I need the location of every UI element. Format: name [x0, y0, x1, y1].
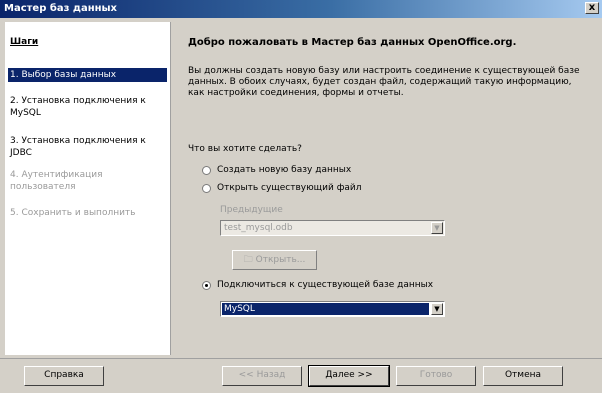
window-title: Мастер баз данных	[4, 3, 118, 14]
question-label: Что вы хотите сделать?	[188, 144, 302, 154]
radio-connect-existing[interactable]	[202, 280, 211, 290]
previous-files-value: test_mysql.odb	[224, 223, 293, 233]
radio-open-existing[interactable]	[202, 183, 211, 193]
chevron-down-icon: ▼	[431, 222, 443, 234]
folder-icon: 🗀	[243, 255, 253, 265]
main-panel: Добро пожаловать в Мастер баз данных Ope…	[176, 22, 596, 355]
option-connect-existing-label: Подключиться к существующей базе данных	[217, 280, 434, 290]
step-setup-jdbc[interactable]: 3. Установка подключения к JDBC	[8, 134, 167, 160]
finish-button: Готово	[396, 366, 476, 386]
next-button[interactable]: Далее >>	[308, 365, 390, 387]
close-button[interactable]: x	[585, 2, 599, 14]
option-create-new-label: Создать новую базу данных	[217, 165, 352, 175]
button-bar: Справка << Назад Далее >> Готово Отмена	[0, 358, 602, 393]
description-text: Вы должны создать новую базу или настрои…	[188, 66, 580, 98]
cancel-button[interactable]: Отмена	[483, 366, 563, 386]
option-open-existing-label: Открыть существующий файл	[217, 183, 362, 193]
steps-title: Шаги	[10, 37, 39, 47]
step-save-proceed: 5. Сохранить и выполнить	[10, 208, 136, 218]
title-bar: Мастер баз данных x	[0, 0, 602, 18]
open-file-button-label: Открыть...	[255, 255, 306, 265]
database-type-value: MySQL	[224, 304, 255, 314]
steps-sidebar: Шаги 1. Выбор базы данных 2. Установка п…	[5, 22, 171, 355]
previous-files-combo: test_mysql.odb ▼	[220, 220, 445, 236]
help-button[interactable]: Справка	[24, 366, 104, 386]
step-authentication: 4. Аутентификация пользователя	[10, 170, 103, 192]
previous-files-label: Предыдущие	[220, 205, 283, 215]
option-connect-existing[interactable]: Подключиться к существующей базе данных	[202, 279, 433, 291]
radio-create-new[interactable]	[202, 165, 211, 175]
database-type-select[interactable]: MySQL ▼	[220, 301, 445, 317]
back-button: << Назад	[222, 366, 302, 386]
option-create-new[interactable]: Создать новую базу данных	[202, 164, 351, 176]
page-heading: Добро пожаловать в Мастер баз данных Ope…	[188, 37, 517, 48]
chevron-down-icon[interactable]: ▼	[431, 303, 443, 315]
open-file-button: 🗀 Открыть...	[232, 250, 317, 270]
step-setup-mysql[interactable]: 2. Установка подключения к MySQL	[8, 94, 167, 120]
option-open-existing[interactable]: Открыть существующий файл	[202, 182, 362, 194]
step-select-database[interactable]: 1. Выбор базы данных	[8, 68, 167, 82]
